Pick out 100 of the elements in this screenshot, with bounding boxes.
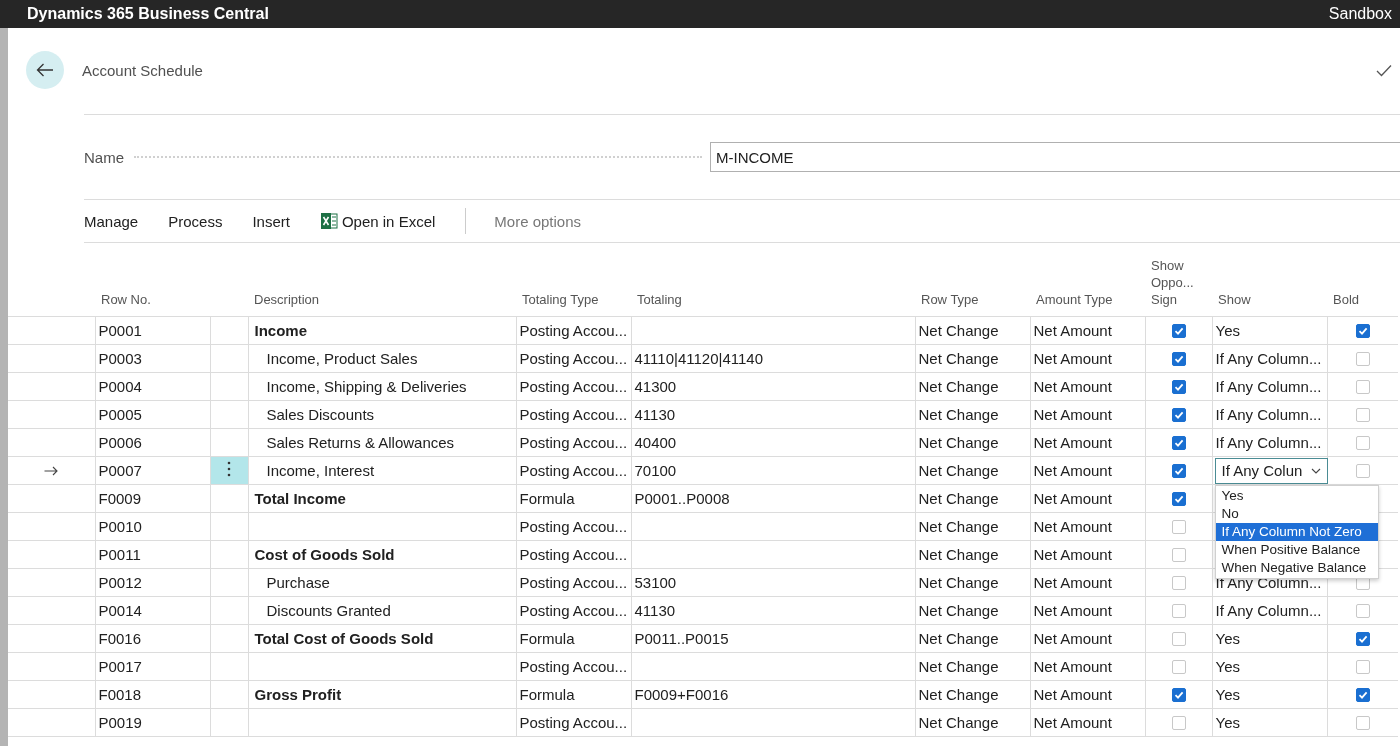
more-icon (227, 461, 231, 477)
cell-text: P0014 (98, 602, 142, 619)
show-select[interactable]: If Any Colun (1214, 457, 1328, 484)
menu-button[interactable]: Insert (252, 212, 290, 230)
dropdown-option[interactable]: Yes (1215, 487, 1378, 505)
row-description: Income, Shipping & Deliveries (265, 378, 467, 395)
cell-text: Yes (1215, 658, 1240, 675)
row-description: Income, Interest (265, 462, 375, 479)
checkbox[interactable] (1355, 659, 1370, 674)
column-header[interactable]: Row Type (921, 291, 979, 308)
column-header[interactable]: Description (254, 291, 320, 308)
checkbox[interactable] (1171, 631, 1186, 646)
cell-text: 41300 (634, 378, 677, 395)
checkbox[interactable] (1171, 603, 1186, 618)
cell-text: Net Amount (1033, 602, 1112, 619)
row-description: Purchase (265, 574, 330, 591)
cell-text: 41110|41120|41140 (634, 350, 763, 367)
checkbox[interactable] (1355, 351, 1370, 366)
cell-text: If Any Column... (1215, 434, 1322, 451)
cell-text: Net Amount (1033, 714, 1112, 731)
checkbox[interactable] (1171, 379, 1186, 394)
name-field[interactable]: M-INCOME (710, 142, 1400, 172)
checkbox[interactable] (1171, 351, 1186, 366)
row-menu-button[interactable] (210, 456, 248, 485)
checkbox[interactable] (1355, 687, 1370, 702)
column-header[interactable]: Totaling (637, 291, 682, 308)
cell-text: Net Amount (1033, 518, 1112, 535)
checkbox[interactable] (1171, 547, 1186, 562)
cell-text: 53100 (634, 574, 677, 591)
cell-text: Yes (1215, 714, 1240, 731)
cell-text: Net Amount (1033, 406, 1112, 423)
checkbox[interactable] (1355, 435, 1370, 450)
checkbox[interactable] (1171, 407, 1186, 422)
row-description: Sales Discounts (265, 406, 375, 423)
checkbox[interactable] (1355, 323, 1370, 338)
cell-text: Posting Accou... (519, 714, 628, 731)
cell-text: Net Change (918, 434, 999, 451)
cell-text: P0003 (98, 350, 142, 367)
current-row-arrow-icon (44, 466, 59, 476)
dropdown-option[interactable]: When Negative Balance (1215, 559, 1378, 577)
back-button[interactable] (26, 51, 64, 89)
cell-text: Posting Accou... (519, 350, 628, 367)
checkbox[interactable] (1171, 491, 1186, 506)
cell-text: Net Change (918, 574, 999, 591)
page-title: Account Schedule (82, 61, 204, 79)
cell-text: P0007 (98, 462, 142, 479)
cell-text: Net Change (918, 322, 999, 339)
checkbox[interactable] (1355, 463, 1370, 478)
open-in-excel-button[interactable]: Open in Excel (319, 212, 436, 230)
cell-text: Net Amount (1033, 350, 1112, 367)
checkbox[interactable] (1171, 435, 1186, 450)
column-header[interactable]: Amount Type (1036, 291, 1113, 308)
cell-text: Net Amount (1033, 546, 1112, 563)
column-header[interactable]: Bold (1333, 291, 1360, 308)
dropdown-option[interactable]: If Any Column Not Zero (1215, 523, 1378, 541)
cell-text: Posting Accou... (519, 322, 628, 339)
column-header[interactable]: Show Oppo... Sign (1151, 257, 1201, 308)
checkbox[interactable] (1171, 463, 1186, 478)
cell-text: 41130 (634, 406, 676, 423)
menu-button[interactable]: Process (168, 212, 223, 230)
column-header[interactable]: Totaling Type (522, 291, 599, 308)
cell-text: Net Amount (1033, 686, 1112, 703)
cell-text: Net Change (918, 602, 999, 619)
app-title: Dynamics 365 Business Central (27, 5, 269, 23)
checkbox[interactable] (1355, 603, 1370, 618)
checkbox[interactable] (1171, 575, 1186, 590)
cell-text: P0010 (98, 518, 142, 535)
checkbox[interactable] (1355, 379, 1370, 394)
cell-text: Posting Accou... (519, 406, 628, 423)
more-options-button[interactable]: More options (494, 212, 582, 230)
cell-text: Posting Accou... (519, 602, 628, 619)
cell-text: Net Amount (1033, 434, 1112, 451)
menu-button[interactable]: Manage (84, 212, 139, 230)
dropdown-option[interactable]: When Positive Balance (1215, 541, 1378, 559)
cell-text: Net Change (918, 350, 999, 367)
checkbox[interactable] (1171, 687, 1186, 702)
cell-text: Posting Accou... (519, 546, 628, 563)
cell-text: Net Amount (1033, 658, 1112, 675)
checkbox[interactable] (1355, 631, 1370, 646)
cell-text: Yes (1215, 686, 1240, 703)
checkbox[interactable] (1355, 407, 1370, 422)
cell-text: If Any Column... (1215, 406, 1322, 423)
checkbox[interactable] (1171, 519, 1186, 534)
cell-text: Net Amount (1033, 462, 1112, 479)
checkmark-icon[interactable] (1376, 63, 1392, 77)
cell-text: F0016 (98, 630, 142, 647)
checkbox[interactable] (1355, 715, 1370, 730)
checkbox[interactable] (1171, 659, 1186, 674)
checkbox[interactable] (1171, 323, 1186, 338)
cell-text: P0011 (98, 546, 141, 563)
cell-text: Posting Accou... (519, 574, 628, 591)
cell-text: Posting Accou... (519, 378, 628, 395)
dropdown-option[interactable]: No (1215, 505, 1378, 523)
checkbox[interactable] (1171, 715, 1186, 730)
cell-text: Yes (1215, 322, 1240, 339)
column-header[interactable]: Row No. (101, 291, 151, 308)
column-header[interactable]: Show (1218, 291, 1251, 308)
cell-text: F0009 (98, 490, 142, 507)
cell-text: P0004 (98, 378, 142, 395)
cell-text: Net Change (918, 378, 999, 395)
